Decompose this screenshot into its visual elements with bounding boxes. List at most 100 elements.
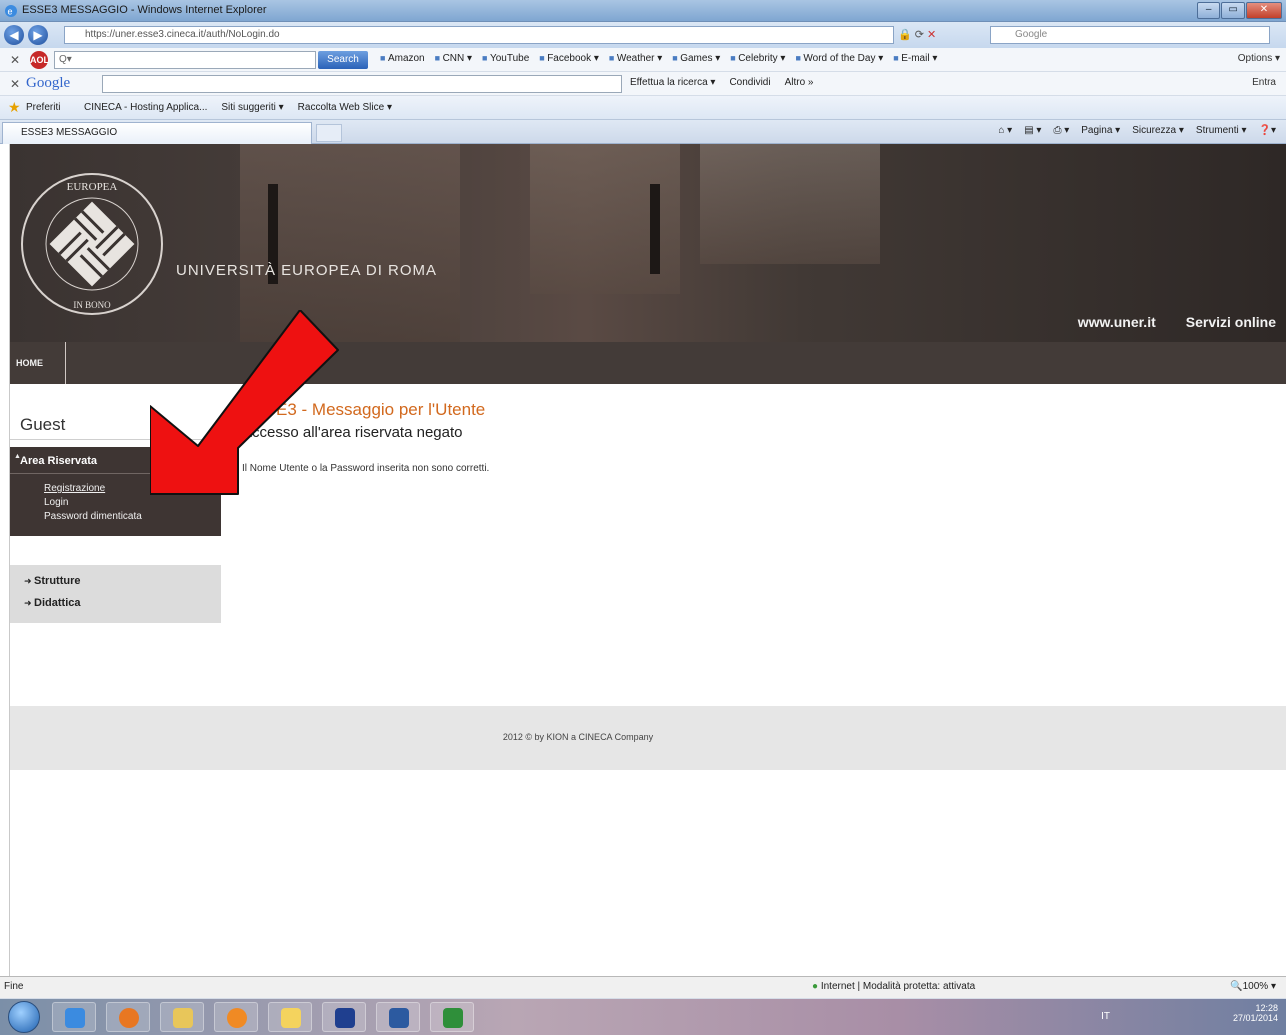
sidebar-user-label: Guest	[20, 415, 66, 434]
favorites-bar: ★ Preferiti CINECA - Hosting Applica... …	[0, 96, 1286, 120]
google-logo: Google	[26, 75, 71, 91]
window-titlebar: e ESSE3 MESSAGGIO - Windows Internet Exp…	[0, 0, 1286, 22]
security-menu[interactable]: Sicurezza ▾	[1132, 125, 1184, 136]
aol-logo[interactable]: AOL	[30, 51, 49, 69]
window-title: ESSE3 MESSAGGIO - Windows Internet Explo…	[22, 4, 267, 16]
header-photo-pole	[650, 184, 660, 274]
taskbar-app-icon[interactable]	[268, 1002, 312, 1032]
favorites-button[interactable]: Preferiti	[26, 102, 60, 113]
minimize-button[interactable]: –	[1197, 2, 1221, 19]
tab-bar: ESSE3 MESSAGGIO ⌂ ▾ ▤ ▾ ⎙ ▾ Pagina ▾ Sic…	[0, 120, 1286, 144]
clock-date: 27/01/2014	[1232, 1013, 1278, 1023]
taskbar-word-icon[interactable]	[376, 1002, 420, 1032]
tools-menu[interactable]: Strumenti ▾	[1196, 125, 1247, 136]
online-services-link[interactable]: Servizi online	[1186, 314, 1276, 330]
security-zone[interactable]: Internet | Modalità protetta: attivata	[812, 981, 975, 992]
status-text: Fine	[4, 981, 24, 992]
home-icon[interactable]: ⌂ ▾	[998, 125, 1012, 136]
forward-button[interactable]: ▶	[28, 25, 48, 45]
close-google-toolbar-icon[interactable]: ✕	[10, 77, 20, 91]
browser-search-input[interactable]: Google	[990, 26, 1270, 44]
google-search-button[interactable]: Effettua la ricerca ▾	[630, 77, 715, 88]
browser-status-bar: Fine Internet | Modalità protetta: attiv…	[0, 976, 1286, 998]
taskbar-excel-icon[interactable]	[430, 1002, 474, 1032]
aol-link-games[interactable]: Games ▾	[672, 53, 720, 64]
start-button[interactable]	[8, 1001, 40, 1033]
favorites-star-icon[interactable]: ★	[8, 99, 21, 116]
address-tools[interactable]: 🔒 ⟳ ✕	[898, 28, 936, 41]
aol-toolbar: ✕ AOL Q▾ Search Amazon CNN ▾ YouTube Fac…	[0, 48, 1286, 72]
svg-text:e: e	[8, 7, 13, 17]
favorites-links: CINECA - Hosting Applica... Siti suggeri…	[84, 102, 392, 113]
input-language[interactable]: IT	[1101, 1011, 1110, 1022]
university-name: UNIVERSITÀ EUROPEA DI ROMA	[176, 262, 438, 279]
feeds-icon[interactable]: ▤ ▾	[1024, 125, 1041, 136]
aol-link-celebrity[interactable]: Celebrity ▾	[730, 53, 785, 64]
close-button[interactable]: ✕	[1245, 2, 1282, 19]
aol-link-facebook[interactable]: Facebook ▾	[539, 53, 599, 64]
new-tab-button[interactable]	[316, 124, 342, 142]
header-photo-wall	[700, 144, 880, 264]
taskbar-ie-icon[interactable]	[52, 1002, 96, 1032]
aol-options-button[interactable]: Options ▾	[1238, 53, 1280, 64]
google-tools: Effettua la ricerca ▾ Condividi Altro »	[630, 77, 813, 88]
taskbar-library-icon[interactable]	[322, 1002, 366, 1032]
print-icon[interactable]: ⎙ ▾	[1053, 125, 1069, 136]
windows-taskbar: IT 12:28 27/01/2014	[0, 998, 1286, 1035]
login-link[interactable]: Login	[44, 497, 68, 508]
reserved-area-title[interactable]: Area Riservata	[14, 453, 97, 467]
ie-icon: e	[5, 5, 17, 17]
favorite-link-web-slice[interactable]: Raccolta Web Slice ▾	[298, 102, 392, 113]
aol-link-youtube[interactable]: YouTube	[482, 53, 529, 64]
aol-search-input[interactable]: Q▾	[54, 51, 316, 69]
aol-link-amazon[interactable]: Amazon	[380, 53, 425, 64]
svg-text:IN BONO: IN BONO	[73, 300, 111, 310]
google-share-button[interactable]: Condividi	[729, 77, 770, 88]
lock-icon: 🔒	[898, 29, 912, 41]
aol-link-cnn[interactable]: CNN ▾	[435, 53, 472, 64]
header-links: www.uner.it Servizi online	[1078, 314, 1276, 330]
taskbar-media-icon[interactable]	[214, 1002, 258, 1032]
system-clock[interactable]: 12:28 27/01/2014	[1233, 1003, 1278, 1023]
command-bar: ⌂ ▾ ▤ ▾ ⎙ ▾ Pagina ▾ Sicurezza ▾ Strumen…	[998, 125, 1276, 136]
back-button[interactable]: ◀	[4, 25, 24, 45]
sidebar-item-didattica[interactable]: Didattica	[24, 597, 80, 609]
google-signin-button[interactable]: Entra	[1252, 77, 1276, 88]
university-seal-logo[interactable]: EUROPEA IN BONO	[18, 170, 166, 318]
aol-link-weather[interactable]: Weather ▾	[609, 53, 662, 64]
close-toolbar-icon[interactable]: ✕	[10, 53, 20, 67]
page-left-border	[0, 144, 10, 976]
aol-search-button[interactable]: Search	[318, 51, 368, 69]
google-more-button[interactable]: Altro »	[785, 77, 814, 88]
sidebar-menu: Strutture Didattica	[10, 565, 221, 623]
favorite-link-suggested[interactable]: Siti suggeriti ▾	[221, 102, 283, 113]
url-input[interactable]: https://uner.esse3.cineca.it/auth/NoLogi…	[64, 26, 894, 44]
aol-link-word-of-day[interactable]: Word of the Day ▾	[795, 53, 883, 64]
window-controls: – ▭ ✕	[1196, 2, 1282, 19]
svg-text:EUROPEA: EUROPEA	[67, 181, 118, 193]
footer-copyright: 2012 © by KION a CINECA Company	[502, 732, 654, 742]
help-icon[interactable]: ❓▾	[1259, 125, 1276, 136]
stop-icon[interactable]: ✕	[927, 29, 936, 41]
zoom-control[interactable]: 🔍100% ▾	[1230, 981, 1276, 992]
website-link[interactable]: www.uner.it	[1078, 314, 1156, 330]
google-toolbar: ✕ Google Effettua la ricerca ▾ Condividi…	[0, 72, 1286, 96]
google-search-input[interactable]	[102, 75, 622, 93]
tab-esse3-messaggio[interactable]: ESSE3 MESSAGGIO	[2, 122, 312, 144]
red-arrow-annotation	[150, 310, 339, 495]
aol-link-email[interactable]: E-mail ▾	[893, 53, 937, 64]
sidebar-item-strutture[interactable]: Strutture	[24, 575, 80, 587]
registration-link[interactable]: Registrazione	[44, 483, 105, 494]
page-menu[interactable]: Pagina ▾	[1081, 125, 1120, 136]
nav-home[interactable]: HOME	[10, 342, 66, 384]
address-bar: ◀ ▶ https://uner.esse3.cineca.it/auth/No…	[0, 22, 1286, 48]
taskbar-folder-icon[interactable]	[160, 1002, 204, 1032]
refresh-icon[interactable]: ⟳	[915, 29, 924, 41]
favorite-link-cineca[interactable]: CINECA - Hosting Applica...	[84, 102, 207, 113]
clock-time: 12:28	[1255, 1003, 1278, 1013]
page-footer: 2012 © by KION a CINECA Company	[10, 706, 1286, 770]
aol-links: Amazon CNN ▾ YouTube Facebook ▾ Weather …	[380, 53, 937, 64]
maximize-button[interactable]: ▭	[1221, 2, 1245, 19]
forgot-password-link[interactable]: Password dimenticata	[44, 511, 142, 522]
taskbar-firefox-icon[interactable]	[106, 1002, 150, 1032]
